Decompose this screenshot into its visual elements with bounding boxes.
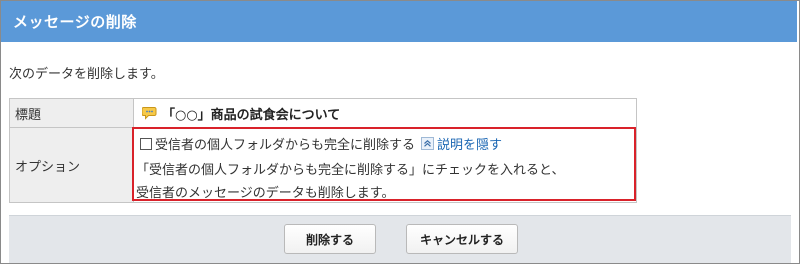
button-bar: 削除する キャンセルする bbox=[9, 215, 791, 263]
subject-value: 「○○」商品の試食会について bbox=[162, 107, 341, 123]
subject-value-cell: 「○○」商品の試食会について bbox=[133, 98, 637, 128]
collapse-up-icon[interactable] bbox=[421, 137, 435, 150]
delete-button[interactable]: 削除する bbox=[284, 224, 376, 254]
cancel-button[interactable]: キャンセルする bbox=[406, 224, 518, 254]
title-bar: メッセージの削除 bbox=[1, 1, 797, 42]
hide-description-link[interactable]: 説明を隠す bbox=[437, 134, 502, 153]
option-description-line-1: 「受信者の個人フォルダからも完全に削除する」にチェックを入れると、 bbox=[136, 163, 565, 178]
subject-row: 標題 「○○」商品の試食会について bbox=[9, 98, 637, 128]
option-checkbox-row: 受信者の個人フォルダからも完全に削除する 説明を隠す bbox=[136, 134, 502, 153]
option-label: オプション bbox=[9, 127, 134, 203]
subject-label: 標題 bbox=[9, 98, 134, 128]
page-title: メッセージの削除 bbox=[13, 13, 137, 31]
delete-from-personal-folder-checkbox[interactable] bbox=[140, 137, 152, 150]
checkbox-label[interactable]: 受信者の個人フォルダからも完全に削除する bbox=[155, 134, 415, 153]
message-balloon-icon bbox=[142, 107, 157, 120]
intro-text: 次のデータを削除します。 bbox=[9, 67, 164, 82]
option-description-line-2: 受信者のメッセージのデータも削除します。 bbox=[136, 186, 395, 201]
